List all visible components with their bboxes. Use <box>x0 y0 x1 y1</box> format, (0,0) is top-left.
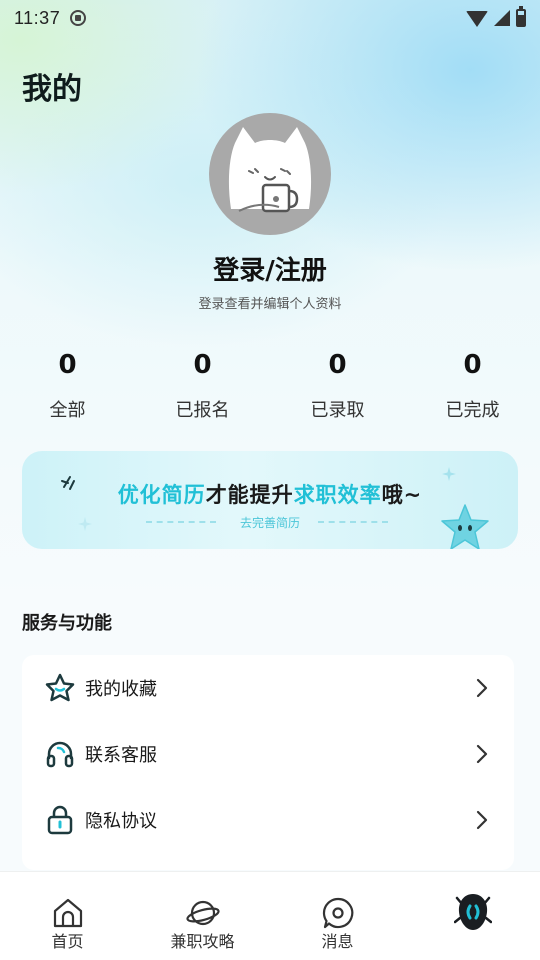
page-title: 我的 <box>22 72 82 107</box>
stat-completed[interactable]: 0 已完成 <box>405 346 540 426</box>
stat-all[interactable]: 0 全部 <box>0 346 135 426</box>
tab-mine[interactable] <box>405 872 540 960</box>
home-icon <box>53 898 82 928</box>
menu-item-label: 联系客服 <box>85 745 157 766</box>
stat-value: 0 <box>328 350 347 380</box>
status-indicators <box>466 6 526 27</box>
mine-icon <box>453 894 492 930</box>
menu-item-privacy[interactable]: 隐私协议 <box>22 787 514 853</box>
login-subtitle: 登录查看并编辑个人资料 <box>198 297 342 312</box>
tab-label: 兼职攻略 <box>170 932 235 951</box>
tab-label: 首页 <box>51 932 84 951</box>
chevron-right-icon <box>476 744 488 764</box>
avatar[interactable] <box>209 113 331 235</box>
stat-label: 已报名 <box>175 400 230 421</box>
tab-home[interactable]: 首页 <box>0 872 135 960</box>
menu-item-label: 隐私协议 <box>85 811 157 832</box>
lock-icon <box>47 805 73 835</box>
stat-value: 0 <box>58 350 77 380</box>
cat-avatar-icon <box>228 127 312 213</box>
planet-icon <box>185 900 220 926</box>
stat-accepted[interactable]: 0 已录取 <box>270 346 405 426</box>
tab-messages[interactable]: 消息 <box>270 872 405 960</box>
services-title: 服务与功能 <box>22 613 112 634</box>
stat-label: 全部 <box>49 400 86 421</box>
signal-icon <box>494 10 510 26</box>
stats-row: 0 全部 0 已报名 0 已录取 0 已完成 <box>0 346 540 426</box>
message-icon <box>322 897 353 929</box>
stat-applied[interactable]: 0 已报名 <box>135 346 270 426</box>
tab-label: 消息 <box>321 932 354 951</box>
wifi-icon <box>466 11 488 27</box>
star-mascot-icon <box>441 504 489 549</box>
stat-label: 已录取 <box>310 400 365 421</box>
banner-text: 才能提升 <box>205 483 294 507</box>
star-icon <box>45 673 75 702</box>
tab-guide[interactable]: 兼职攻略 <box>135 872 270 960</box>
menu-item-label: 我的收藏 <box>85 679 157 700</box>
banner-text-highlight: 优化简历 <box>117 483 206 507</box>
chevron-right-icon <box>476 678 488 698</box>
banner-text: 哦~ <box>381 483 423 507</box>
stat-label: 已完成 <box>445 400 500 421</box>
status-time: 11:37 <box>14 7 61 28</box>
stat-value: 0 <box>193 350 212 380</box>
chevron-right-icon <box>476 810 488 830</box>
resume-banner[interactable]: 优化简历才能提升求职效率哦~ 去完善简历 <box>22 451 518 549</box>
battery-icon <box>516 6 526 27</box>
login-register-link[interactable]: 登录/注册 <box>0 250 540 287</box>
vpn-shield-icon <box>70 10 87 26</box>
menu-item-customer-service[interactable]: 联系客服 <box>22 721 514 787</box>
status-bar: 11:37 <box>0 0 540 36</box>
services-menu: 我的收藏 联系客服 隐私协议 <box>22 655 514 870</box>
bottom-tab-bar: 首页 兼职攻略 消息 <box>0 871 540 960</box>
stat-value: 0 <box>463 350 482 380</box>
headset-icon <box>46 741 74 768</box>
menu-item-favorites[interactable]: 我的收藏 <box>22 655 514 721</box>
banner-text-highlight: 求职效率 <box>293 483 382 507</box>
